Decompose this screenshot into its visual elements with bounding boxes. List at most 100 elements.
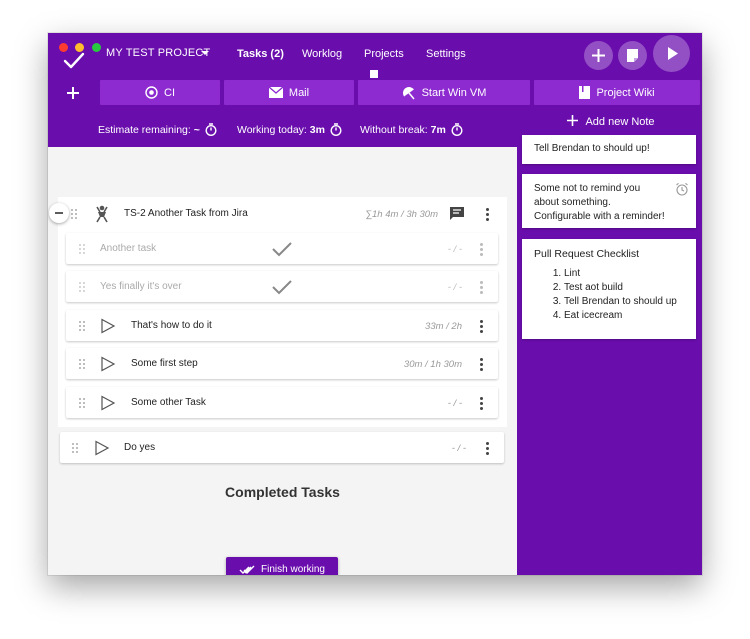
- play-icon[interactable]: [94, 440, 110, 456]
- project-wiki-label: Project Wiki: [596, 86, 655, 99]
- checklist: Lint Test aot build Tell Brendan to shou…: [534, 267, 684, 323]
- toolbar: CI Mail Start Win VM Project Wiki: [48, 78, 702, 109]
- drag-handle-icon[interactable]: [71, 209, 77, 219]
- notes-button[interactable]: [618, 41, 647, 70]
- drag-handle-icon[interactable]: [79, 282, 85, 292]
- note-text: Some not to remind you: [534, 183, 641, 194]
- task-time: - / -: [447, 244, 462, 255]
- task-menu-icon[interactable]: [480, 397, 483, 412]
- timer-icon: [330, 123, 342, 136]
- mail-button-label: Mail: [288, 86, 310, 99]
- task-menu-icon[interactable]: [480, 281, 483, 296]
- add-button[interactable]: [58, 82, 88, 104]
- checklist-item: Tell Brendan to should up: [564, 295, 684, 309]
- ci-button[interactable]: CI: [100, 80, 220, 105]
- add-icon: [67, 87, 79, 99]
- without-break: Without break: 7m: [360, 123, 463, 136]
- task-time: 33m / 2h: [425, 321, 462, 332]
- start-win-vm-label: Start Win VM: [421, 86, 487, 99]
- working-today: Working today: 3m: [237, 123, 342, 136]
- checklist-item: Eat icecream: [564, 309, 684, 323]
- estimate-value: ~: [193, 124, 200, 136]
- nav-tasks[interactable]: Tasks (2): [237, 48, 284, 60]
- task-time: - / -: [447, 398, 462, 409]
- add-task-button[interactable]: [584, 41, 613, 70]
- task-menu-icon[interactable]: [480, 320, 483, 335]
- collapse-button[interactable]: [49, 203, 69, 223]
- maximize-window-button[interactable]: [92, 43, 101, 52]
- note-card[interactable]: Tell Brendan to should up!: [522, 135, 696, 164]
- task-time: - / -: [451, 443, 466, 454]
- nav-projects[interactable]: Projects: [364, 48, 404, 60]
- logo-check-icon: [63, 52, 85, 69]
- drag-handle-icon[interactable]: [79, 244, 85, 254]
- subtask-row[interactable]: Yes finally it's over - / -: [66, 271, 498, 302]
- task-menu-icon[interactable]: [486, 442, 489, 457]
- jira-icon: [96, 205, 108, 223]
- stats-bar: Estimate remaining: ~ Working today: 3m …: [48, 109, 517, 147]
- checklist-item: Lint: [564, 267, 684, 281]
- play-icon[interactable]: [100, 356, 116, 372]
- task-title: That's how to do it: [131, 320, 212, 331]
- mail-icon: [268, 87, 283, 98]
- task-menu-icon[interactable]: [486, 208, 489, 223]
- mail-button[interactable]: Mail: [224, 80, 354, 105]
- subtask-row[interactable]: Some first step 30m / 1h 30m: [66, 348, 498, 379]
- finish-working-label: Finish working: [261, 564, 325, 575]
- play-icon[interactable]: [100, 318, 116, 334]
- subtask-row[interactable]: That's how to do it 33m / 2h: [66, 310, 498, 341]
- add-icon: [567, 115, 578, 126]
- app-window: MY TEST PROJECT Tasks (2) Worklog Projec…: [48, 33, 702, 575]
- comment-icon[interactable]: [450, 207, 464, 220]
- task-time: ∑1h 4m / 3h 30m: [365, 209, 438, 220]
- timer-icon: [205, 123, 217, 136]
- task-menu-icon[interactable]: [480, 358, 483, 373]
- task-title: Some other Task: [131, 397, 206, 408]
- notes-panel: Add new Note Tell Brendan to should up! …: [517, 109, 702, 575]
- nav-worklog[interactable]: Worklog: [302, 48, 342, 60]
- task-title: Another task: [100, 243, 157, 254]
- note-icon: [627, 49, 638, 62]
- finish-working-button[interactable]: Finish working: [226, 557, 338, 575]
- subtask-row[interactable]: Another task - / -: [66, 233, 498, 264]
- note-card[interactable]: Pull Request Checklist Lint Test aot bui…: [522, 239, 696, 339]
- nav-settings[interactable]: Settings: [426, 48, 466, 60]
- task-list-area: TS-2 Another Task from Jira ∑1h 4m / 3h …: [48, 147, 517, 575]
- add-note-label: Add new Note: [585, 116, 655, 128]
- break-value: 7m: [430, 124, 446, 136]
- minus-icon: [55, 212, 63, 214]
- start-win-vm-button[interactable]: Start Win VM: [358, 80, 530, 105]
- note-text: Configurable with a reminder!: [534, 211, 665, 222]
- subtask-row[interactable]: Some other Task - / -: [66, 387, 498, 418]
- drag-handle-icon[interactable]: [79, 359, 85, 369]
- timer-icon: [451, 123, 463, 136]
- alarm-clock-icon[interactable]: [675, 182, 689, 196]
- ci-button-label: CI: [164, 86, 175, 99]
- task-title: Do yes: [124, 442, 156, 453]
- note-card[interactable]: Some not to remind you about something. …: [522, 174, 696, 228]
- play-button[interactable]: [653, 35, 690, 72]
- task-row[interactable]: Do yes - / -: [60, 432, 504, 463]
- chevron-down-icon[interactable]: [201, 51, 209, 55]
- project-wiki-button[interactable]: Project Wiki: [534, 80, 700, 105]
- drag-handle-icon[interactable]: [79, 398, 85, 408]
- add-icon: [592, 49, 605, 62]
- task-menu-icon[interactable]: [480, 243, 483, 258]
- project-selector[interactable]: MY TEST PROJECT: [106, 47, 210, 59]
- drag-handle-icon[interactable]: [72, 443, 78, 453]
- add-note-button[interactable]: Add new Note: [567, 115, 655, 128]
- play-icon: [668, 47, 678, 60]
- book-icon: [579, 86, 591, 99]
- completed-tasks-title: Completed Tasks: [225, 484, 340, 500]
- task-title: TS-2 Another Task from Jira: [124, 208, 248, 219]
- task-title: Some first step: [131, 358, 198, 369]
- check-icon: [272, 242, 292, 257]
- estimate-remaining: Estimate remaining: ~: [98, 123, 217, 136]
- break-label: Without break:: [360, 124, 428, 136]
- task-time: 30m / 1h 30m: [403, 359, 462, 370]
- drag-handle-icon[interactable]: [79, 321, 85, 331]
- checklist-item: Test aot build: [564, 281, 684, 295]
- note-text: Tell Brendan to should up!: [534, 143, 650, 154]
- play-icon[interactable]: [100, 395, 116, 411]
- working-value: 3m: [309, 124, 325, 136]
